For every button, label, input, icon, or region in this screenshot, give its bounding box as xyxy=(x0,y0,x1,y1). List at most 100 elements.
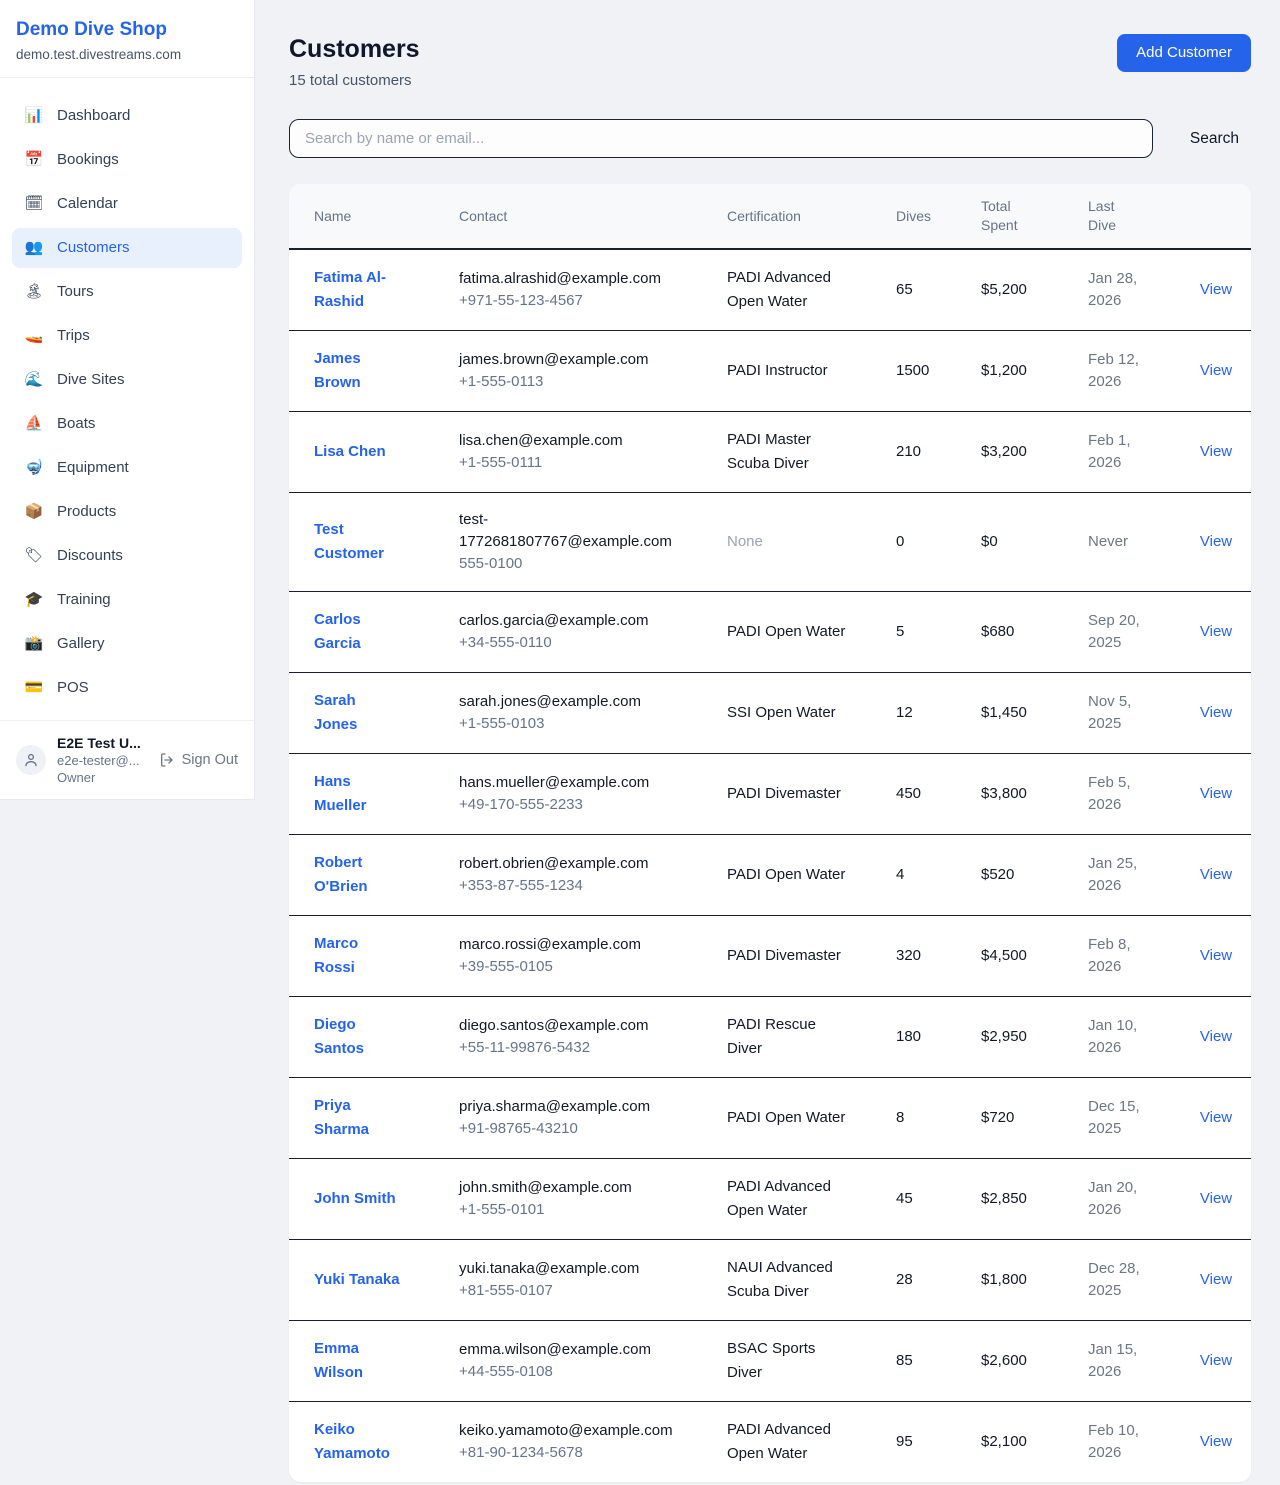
customer-certification: PADI Rescue Diver xyxy=(727,1013,849,1061)
customer-email: fatima.alrashid@example.com xyxy=(459,268,671,290)
column-header: Contact xyxy=(459,207,507,226)
column-header-cell: Name xyxy=(289,184,447,249)
shop-domain: demo.test.divestreams.com xyxy=(16,46,238,64)
user-name: E2E Test U... xyxy=(57,734,141,752)
customer-certification: None xyxy=(727,530,763,554)
page-header-text: Customers 15 total customers xyxy=(289,34,420,91)
view-customer-link[interactable]: View xyxy=(1200,1352,1232,1369)
customer-total-spent: $5,200 xyxy=(969,249,1076,331)
search-button[interactable]: Search xyxy=(1178,130,1251,148)
sign-out-button[interactable]: Sign Out xyxy=(159,752,238,768)
add-customer-button[interactable]: Add Customer xyxy=(1117,34,1251,72)
boats-icon: ⛵ xyxy=(24,414,44,434)
search-bar: Search xyxy=(289,119,1251,158)
customer-name-link[interactable]: Test Customer xyxy=(314,518,400,566)
sidebar-user-footer: E2E Test U... e2e-tester@... Owner Sign … xyxy=(0,720,254,799)
customer-last-dive: Jan 25, 2026 xyxy=(1088,853,1162,897)
sidebar-item-discounts[interactable]: 🏷 Discounts xyxy=(12,536,242,576)
customer-dives: 320 xyxy=(884,916,969,997)
customer-certification: SSI Open Water xyxy=(727,701,836,725)
customer-name-link[interactable]: Keiko Yamamoto xyxy=(314,1418,400,1466)
customer-last-dive: Never xyxy=(1088,531,1128,553)
customer-name-link[interactable]: Emma Wilson xyxy=(314,1337,400,1385)
customer-certification: PADI Divemaster xyxy=(727,782,841,806)
customer-name-link[interactable]: John Smith xyxy=(314,1187,396,1211)
view-customer-link[interactable]: View xyxy=(1200,281,1232,298)
sidebar-item-dive-sites[interactable]: 🌊 Dive Sites xyxy=(12,360,242,400)
sidebar: Demo Dive Shop demo.test.divestreams.com… xyxy=(0,0,255,800)
customer-name-link[interactable]: Hans Mueller xyxy=(314,770,400,818)
customer-total-spent: $2,100 xyxy=(969,1402,1076,1483)
view-customer-link[interactable]: View xyxy=(1200,1190,1232,1207)
view-customer-link[interactable]: View xyxy=(1200,1433,1232,1450)
customer-phone: +1-555-0113 xyxy=(459,371,703,393)
calendar-icon: 🗓 xyxy=(24,194,44,214)
sidebar-item-customers[interactable]: 👥 Customers xyxy=(12,228,242,268)
gallery-icon: 📸 xyxy=(24,634,44,654)
sidebar-item-tours[interactable]: 🏝 Tours xyxy=(12,272,242,312)
customer-last-dive: Feb 5, 2026 xyxy=(1088,772,1162,816)
customer-name-link[interactable]: Robert O'Brien xyxy=(314,851,400,899)
column-header-cell: Last Dive xyxy=(1076,184,1181,249)
view-customer-link[interactable]: View xyxy=(1200,704,1232,721)
customer-dives: 4 xyxy=(884,835,969,916)
dive-sites-icon: 🌊 xyxy=(24,370,44,390)
search-input[interactable] xyxy=(289,119,1153,158)
customer-phone: +44-555-0108 xyxy=(459,1361,703,1383)
sidebar-item-products[interactable]: 📦 Products xyxy=(12,492,242,532)
sidebar-item-trips[interactable]: 🚤 Trips xyxy=(12,316,242,356)
view-customer-link[interactable]: View xyxy=(1200,362,1232,379)
view-customer-link[interactable]: View xyxy=(1200,443,1232,460)
sidebar-item-gallery[interactable]: 📸 Gallery xyxy=(12,624,242,664)
customers-table-card: NameContactCertificationDivesTotal Spent… xyxy=(289,184,1251,1482)
customer-phone: +34-555-0110 xyxy=(459,632,703,654)
customer-email: robert.obrien@example.com xyxy=(459,853,671,875)
customer-phone: +971-55-123-4567 xyxy=(459,290,703,312)
customer-last-dive: Nov 5, 2025 xyxy=(1088,691,1162,735)
view-customer-link[interactable]: View xyxy=(1200,947,1232,964)
customer-name-link[interactable]: Lisa Chen xyxy=(314,440,386,464)
view-customer-link[interactable]: View xyxy=(1200,1028,1232,1045)
customer-dives: 1500 xyxy=(884,331,969,412)
tours-icon: 🏝 xyxy=(24,282,44,302)
customer-last-dive: Feb 1, 2026 xyxy=(1088,430,1162,474)
customer-row: Test Customer test-1772681807767@example… xyxy=(289,493,1251,592)
customer-name-link[interactable]: Sarah Jones xyxy=(314,689,400,737)
customer-name-link[interactable]: Yuki Tanaka xyxy=(314,1268,400,1292)
customer-email: carlos.garcia@example.com xyxy=(459,610,671,632)
customer-phone: +55-11-99876-5432 xyxy=(459,1037,703,1059)
customer-email: john.smith@example.com xyxy=(459,1177,671,1199)
column-header: Last Dive xyxy=(1088,197,1126,235)
sidebar-item-calendar[interactable]: 🗓 Calendar xyxy=(12,184,242,224)
customer-phone: +91-98765-43210 xyxy=(459,1118,703,1140)
customer-row: Marco Rossi marco.rossi@example.com +39-… xyxy=(289,916,1251,997)
sidebar-item-bookings[interactable]: 📅 Bookings xyxy=(12,140,242,180)
sidebar-item-equipment[interactable]: 🤿 Equipment xyxy=(12,448,242,488)
customer-email: emma.wilson@example.com xyxy=(459,1339,671,1361)
view-customer-link[interactable]: View xyxy=(1200,785,1232,802)
customer-name-link[interactable]: Carlos Garcia xyxy=(314,608,400,656)
sidebar-item-training[interactable]: 🎓 Training xyxy=(12,580,242,620)
customer-name-link[interactable]: James Brown xyxy=(314,347,400,395)
customer-name-link[interactable]: Fatima Al-Rashid xyxy=(314,266,400,314)
equipment-icon: 🤿 xyxy=(24,458,44,478)
page-title: Customers xyxy=(289,34,420,64)
customer-name-link[interactable]: Diego Santos xyxy=(314,1013,400,1061)
sidebar-item-pos[interactable]: 💳 POS xyxy=(12,668,242,708)
view-customer-link[interactable]: View xyxy=(1200,533,1232,550)
column-header-cell: Contact xyxy=(447,184,715,249)
sidebar-item-dashboard[interactable]: 📊 Dashboard xyxy=(12,96,242,136)
customer-name-link[interactable]: Marco Rossi xyxy=(314,932,400,980)
customer-row: Lisa Chen lisa.chen@example.com +1-555-0… xyxy=(289,412,1251,493)
customer-dives: 95 xyxy=(884,1402,969,1483)
customer-certification: PADI Open Water xyxy=(727,1106,845,1130)
view-customer-link[interactable]: View xyxy=(1200,1109,1232,1126)
customer-last-dive: Dec 28, 2025 xyxy=(1088,1258,1162,1302)
customer-row: Fatima Al-Rashid fatima.alrashid@example… xyxy=(289,249,1251,331)
sidebar-item-boats[interactable]: ⛵ Boats xyxy=(12,404,242,444)
customer-certification: PADI Advanced Open Water xyxy=(727,266,849,314)
view-customer-link[interactable]: View xyxy=(1200,866,1232,883)
customer-name-link[interactable]: Priya Sharma xyxy=(314,1094,400,1142)
view-customer-link[interactable]: View xyxy=(1200,623,1232,640)
view-customer-link[interactable]: View xyxy=(1200,1271,1232,1288)
